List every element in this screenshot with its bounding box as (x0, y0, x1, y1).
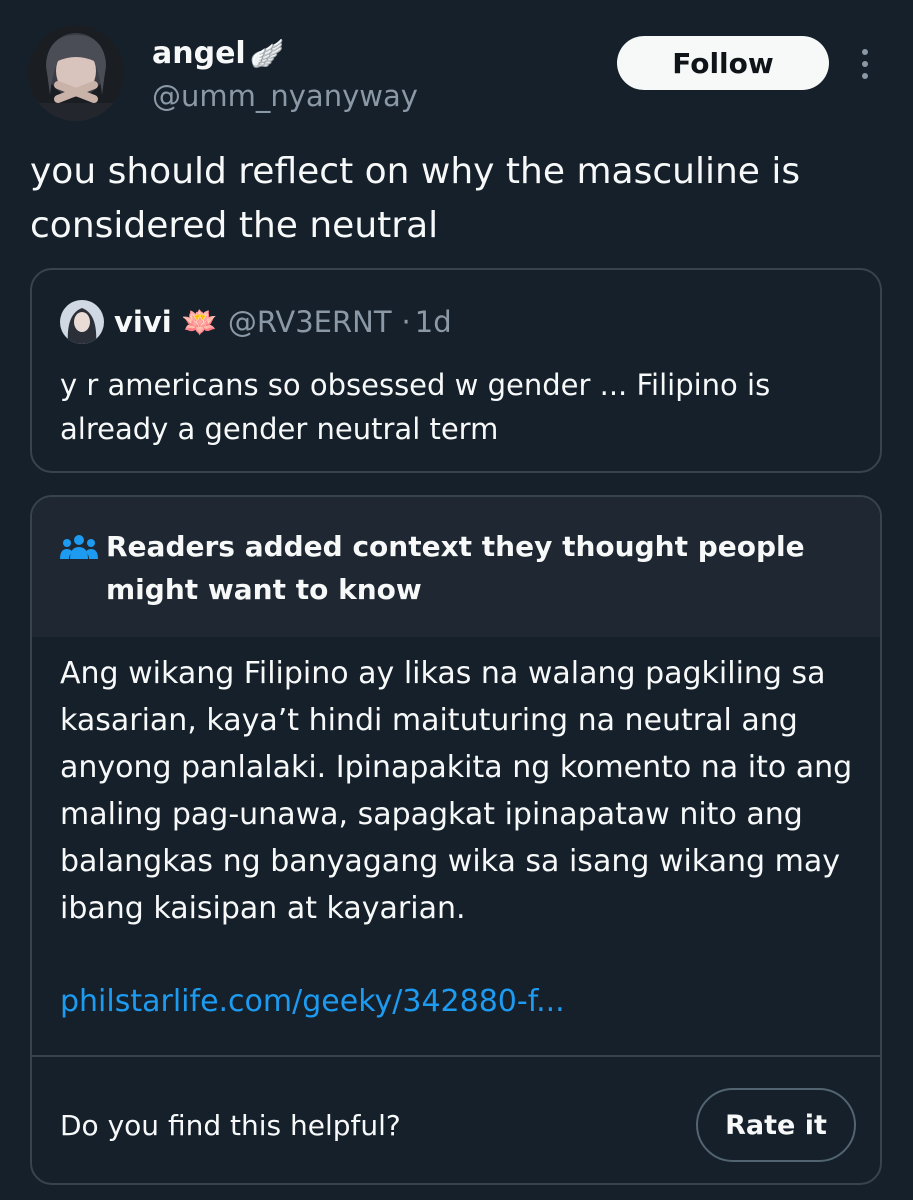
community-note-title: Readers added context they thought peopl… (106, 530, 805, 606)
quoted-author-avatar[interactable] (60, 300, 104, 344)
more-vertical-icon[interactable] (852, 42, 878, 86)
follow-button[interactable]: Follow (617, 36, 829, 90)
author-avatar[interactable] (28, 25, 124, 121)
author-handle[interactable]: @umm_nyanyway (152, 79, 418, 113)
author-name-row[interactable]: angel 🪽 (152, 36, 285, 71)
tweet-text: you should reflect on why the masculine … (30, 151, 801, 246)
rate-it-button[interactable]: Rate it (696, 1088, 856, 1162)
wing-icon: 🪽 (249, 37, 285, 70)
quoted-author-name: vivi (114, 305, 172, 339)
community-note-body: Ang wikang Filipino ay likas na walang p… (60, 656, 853, 926)
tweet-detail: angel 🪽 @umm_nyanyway Follow you should … (0, 0, 913, 1200)
helpful-question: Do you find this helpful? (60, 1109, 401, 1142)
community-note: Readers added context they thought peopl… (30, 495, 882, 1185)
quoted-tweet-card[interactable]: vivi 🪷 @RV3ERNT · 1d y r americans so ob… (30, 268, 882, 473)
divider (32, 1055, 880, 1057)
quoted-tweet-header: vivi 🪷 @RV3ERNT · 1d (60, 300, 452, 344)
user-avatar-photo-icon (28, 25, 124, 121)
quoted-tweet-text: y r americans so obsessed w gender ... F… (60, 368, 771, 446)
lotus-icon: 🪷 (181, 304, 218, 339)
quoted-author-handle: @RV3ERNT (227, 305, 392, 339)
author-display-name[interactable]: angel (152, 36, 246, 71)
community-note-source-link[interactable]: philstarlife.com/geeky/342880-f... (60, 984, 565, 1019)
community-note-header: Readers added context they thought peopl… (32, 497, 880, 637)
people-icon (60, 535, 98, 559)
quoted-tweet-time: 1d (414, 305, 452, 339)
meta-separator: · (401, 305, 411, 339)
quoted-avatar-photo-icon (60, 300, 104, 344)
